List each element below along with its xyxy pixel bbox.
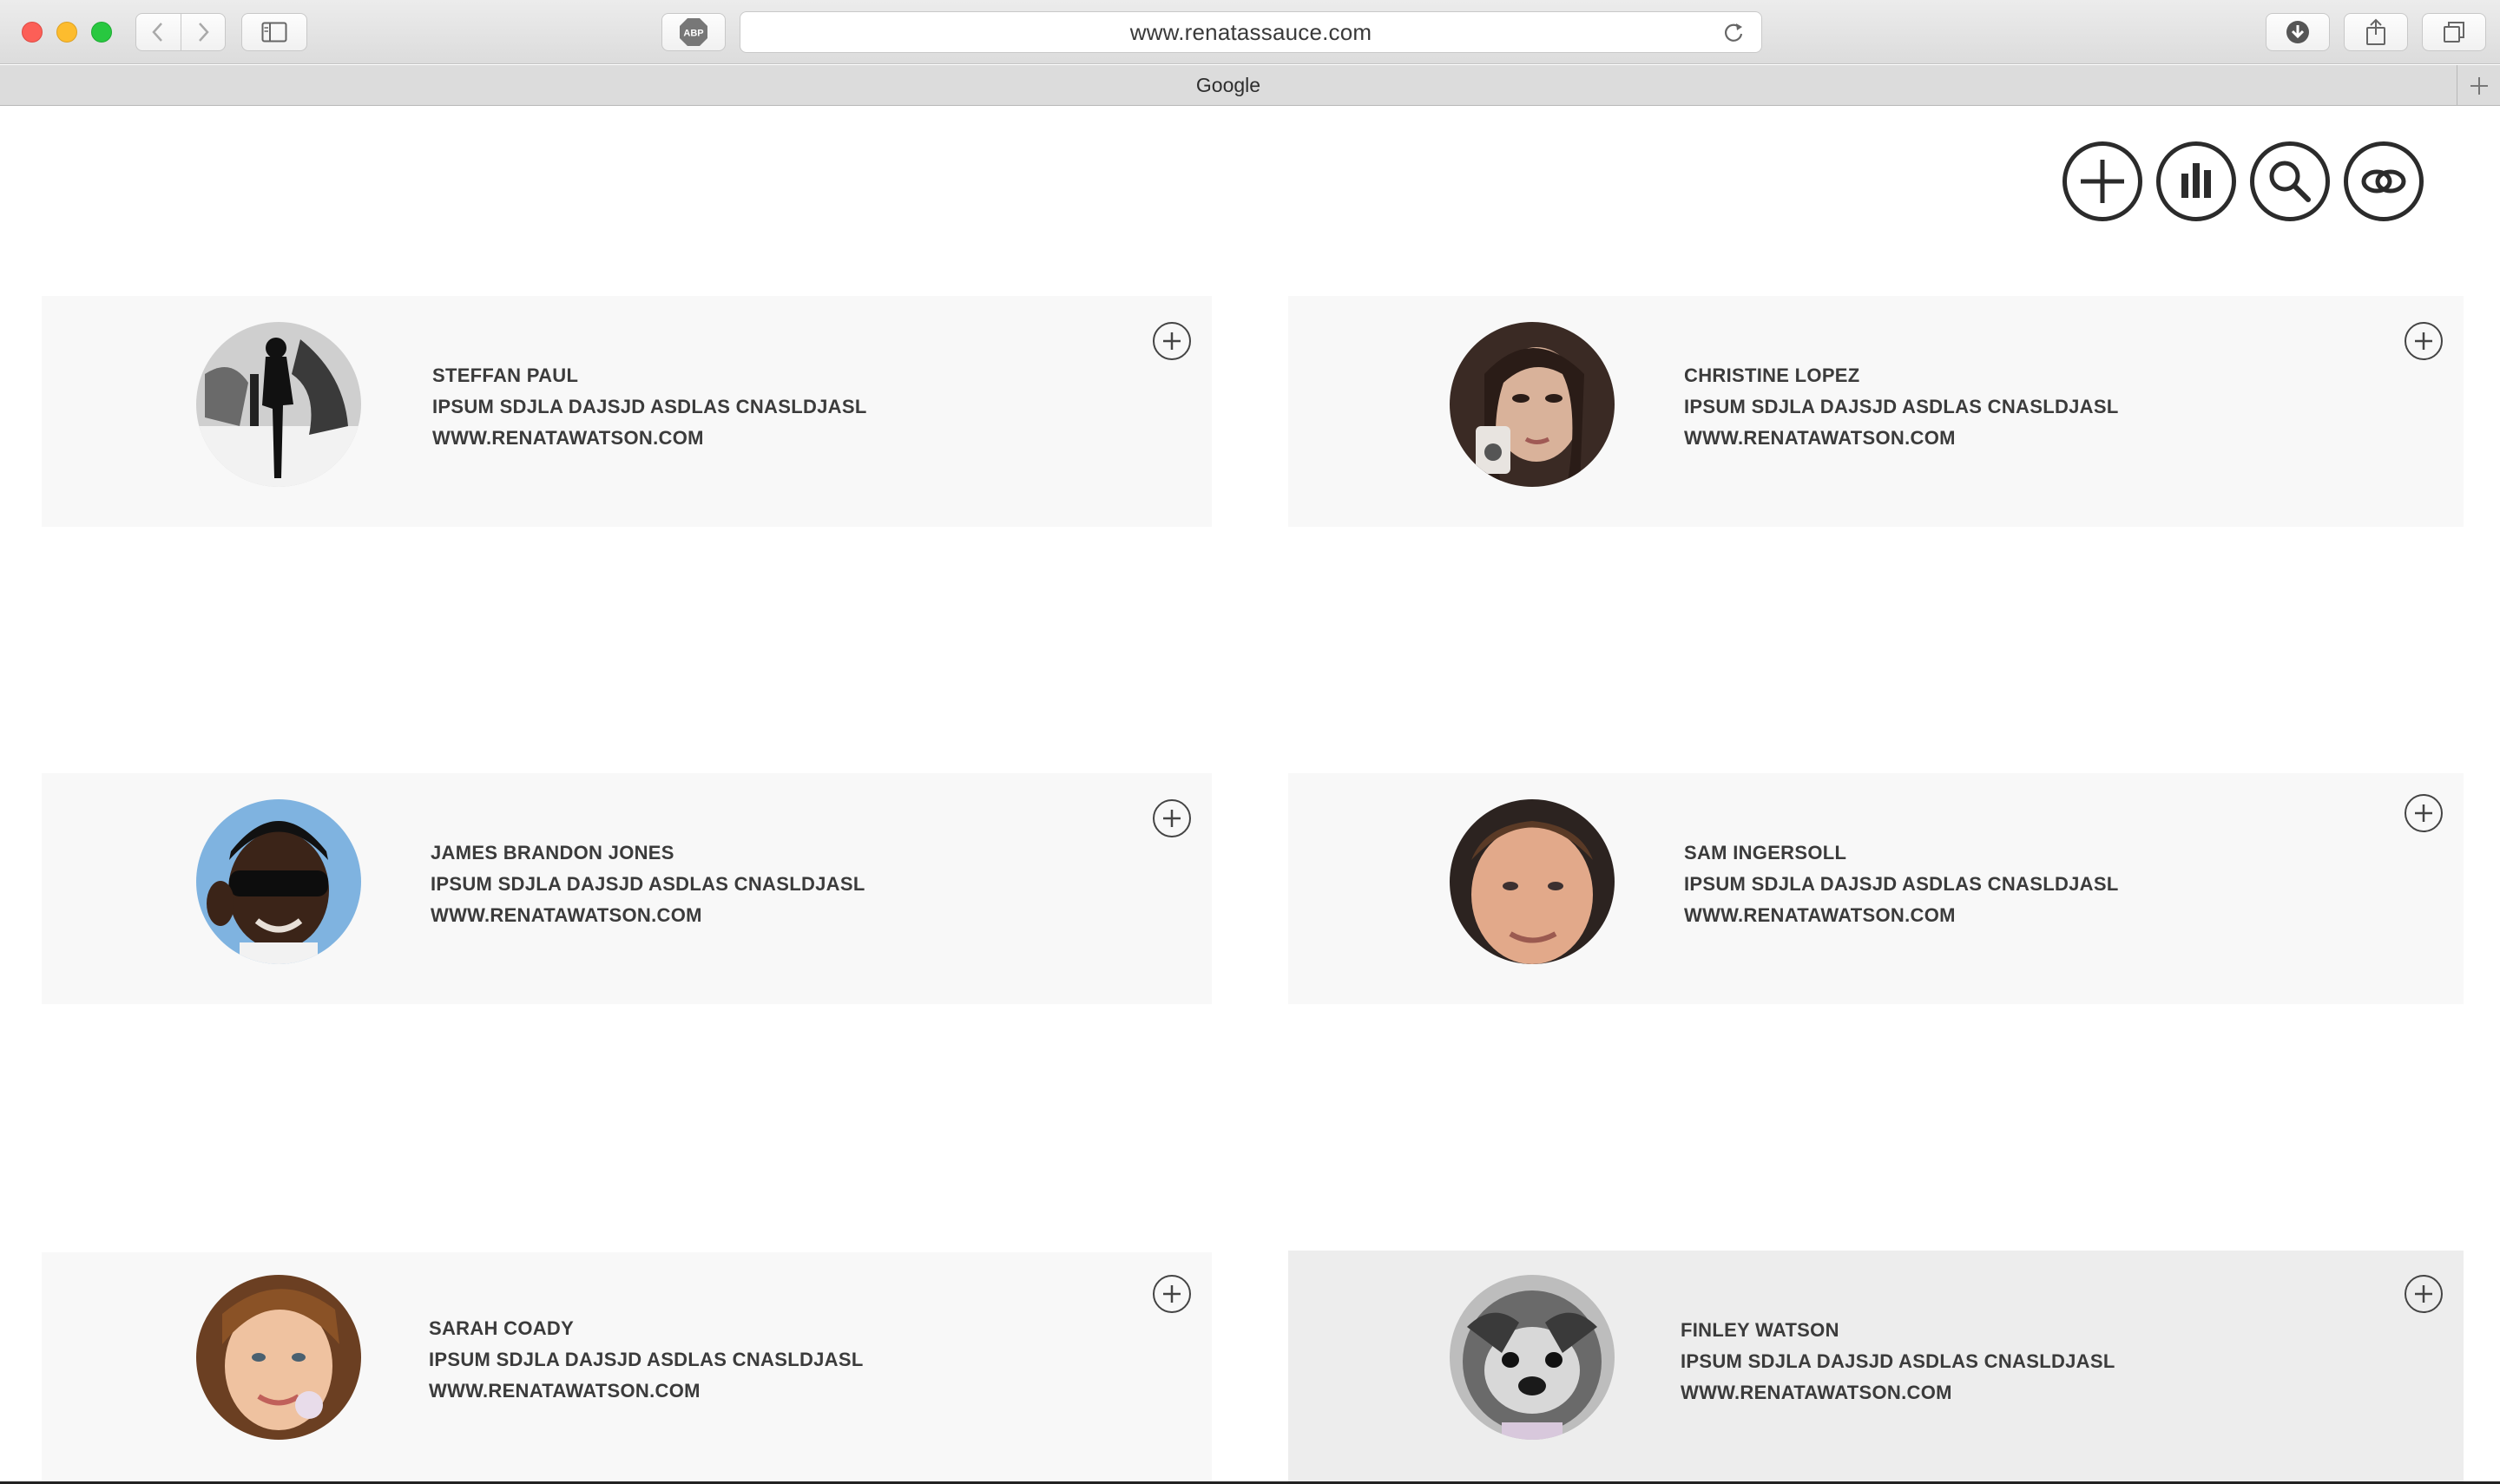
address-bar[interactable]: www.renatassauce.com	[740, 11, 1762, 53]
chevron-right-icon	[198, 23, 209, 42]
url-text: www.renatassauce.com	[1129, 18, 1372, 45]
tab-bar: Google	[0, 65, 2500, 106]
reload-icon[interactable]	[1721, 21, 1746, 45]
browser-toolbar: ABP www.renatassauce.com	[0, 0, 2500, 64]
profile-card[interactable]: CHRISTINE LOPEZ IPSUM SDJLA DAJSJD ASDLA…	[1288, 296, 2464, 527]
forward-button[interactable]	[180, 14, 226, 50]
profile-description: IPSUM SDJLA DAJSJD ASDLAS CNASLDJASL	[431, 873, 865, 895]
profile-card[interactable]: STEFFAN PAUL IPSUM SDJLA DAJSJD ASDLAS C…	[42, 296, 1212, 527]
bar-chart-icon	[2181, 163, 2211, 198]
share-button[interactable]	[2344, 13, 2408, 51]
tabs-icon	[2444, 22, 2464, 43]
plus-circle-icon	[1163, 810, 1181, 827]
zoom-window-button[interactable]	[91, 22, 112, 43]
tab-google[interactable]: Google	[0, 65, 2457, 106]
top-action-icons	[2062, 141, 2424, 221]
plus-circle-icon	[2415, 332, 2432, 350]
plus-icon	[2470, 76, 2488, 95]
plus-circle-icon	[2415, 1285, 2432, 1303]
add-icon	[2081, 160, 2124, 203]
page-content: STEFFAN PAUL IPSUM SDJLA DAJSJD ASDLAS C…	[0, 107, 2500, 1484]
downloads-button[interactable]	[2266, 13, 2330, 51]
profile-description: IPSUM SDJLA DAJSJD ASDLAS CNASLDJASL	[429, 1349, 864, 1370]
profile-website-link[interactable]: WWW.RENATAWATSON.COM	[432, 423, 867, 454]
avatar	[1450, 799, 1615, 964]
profile-name: STEFFAN PAUL	[432, 364, 579, 386]
rings-icon	[2361, 169, 2406, 194]
add-profile-button[interactable]	[1153, 799, 1191, 837]
avatar	[196, 799, 361, 964]
avatar	[196, 1275, 361, 1440]
profile-card[interactable]: SARAH COADY IPSUM SDJLA DAJSJD ASDLAS CN…	[42, 1252, 1212, 1483]
avatar	[1450, 1275, 1615, 1440]
profile-card[interactable]: SAM INGERSOLL IPSUM SDJLA DAJSJD ASDLAS …	[1288, 773, 2464, 1004]
profile-name: SAM INGERSOLL	[1684, 842, 1847, 863]
profile-description: IPSUM SDJLA DAJSJD ASDLAS CNASLDJASL	[1684, 396, 2119, 417]
profile-name: JAMES BRANDON JONES	[431, 842, 674, 863]
add-button[interactable]	[2062, 141, 2142, 221]
back-button[interactable]	[136, 14, 181, 50]
profile-name: FINLEY WATSON	[1681, 1319, 1839, 1341]
minimize-window-button[interactable]	[56, 22, 77, 43]
add-profile-button[interactable]	[1153, 1275, 1191, 1313]
profile-website-link[interactable]: WWW.RENATAWATSON.COM	[429, 1376, 864, 1407]
adblock-button[interactable]: ABP	[661, 13, 726, 51]
profile-name: SARAH COADY	[429, 1317, 575, 1339]
search-icon	[2269, 161, 2311, 202]
history-nav	[135, 13, 226, 51]
profile-website-link[interactable]: WWW.RENATAWATSON.COM	[1684, 423, 2119, 454]
plus-circle-icon	[1163, 1285, 1181, 1303]
plus-circle-icon	[2415, 804, 2432, 822]
profile-card[interactable]: JAMES BRANDON JONES IPSUM SDJLA DAJSJD A…	[42, 773, 1212, 1004]
profile-website-link[interactable]: WWW.RENATAWATSON.COM	[1681, 1377, 2115, 1408]
sidebar-icon	[261, 22, 287, 43]
add-profile-button[interactable]	[2405, 322, 2443, 360]
share-icon	[2366, 18, 2385, 45]
adblock-icon: ABP	[680, 18, 707, 46]
close-window-button[interactable]	[22, 22, 43, 43]
profile-description: IPSUM SDJLA DAJSJD ASDLAS CNASLDJASL	[1681, 1350, 2115, 1372]
add-profile-button[interactable]	[2405, 794, 2443, 832]
profile-name: CHRISTINE LOPEZ	[1684, 364, 1860, 386]
add-profile-button[interactable]	[1153, 322, 1191, 360]
search-button[interactable]	[2250, 141, 2330, 221]
add-profile-button[interactable]	[2405, 1275, 2443, 1313]
download-icon	[2286, 21, 2309, 43]
profile-description: IPSUM SDJLA DAJSJD ASDLAS CNASLDJASL	[1684, 873, 2119, 895]
svg-text:ABP: ABP	[683, 29, 703, 39]
profile-website-link[interactable]: WWW.RENATAWATSON.COM	[1684, 900, 2119, 931]
profile-website-link[interactable]: WWW.RENATAWATSON.COM	[431, 900, 865, 931]
sidebar-toggle-button[interactable]	[241, 13, 307, 51]
stats-button[interactable]	[2156, 141, 2236, 221]
view-button[interactable]	[2344, 141, 2424, 221]
tabs-overview-button[interactable]	[2422, 13, 2486, 51]
chevron-left-icon	[152, 23, 163, 42]
new-tab-button[interactable]	[2457, 65, 2500, 106]
plus-circle-icon	[1163, 332, 1181, 350]
profile-card[interactable]: FINLEY WATSON IPSUM SDJLA DAJSJD ASDLAS …	[1288, 1251, 2464, 1481]
profile-description: IPSUM SDJLA DAJSJD ASDLAS CNASLDJASL	[432, 396, 867, 417]
avatar	[1450, 322, 1615, 487]
avatar	[196, 322, 361, 487]
